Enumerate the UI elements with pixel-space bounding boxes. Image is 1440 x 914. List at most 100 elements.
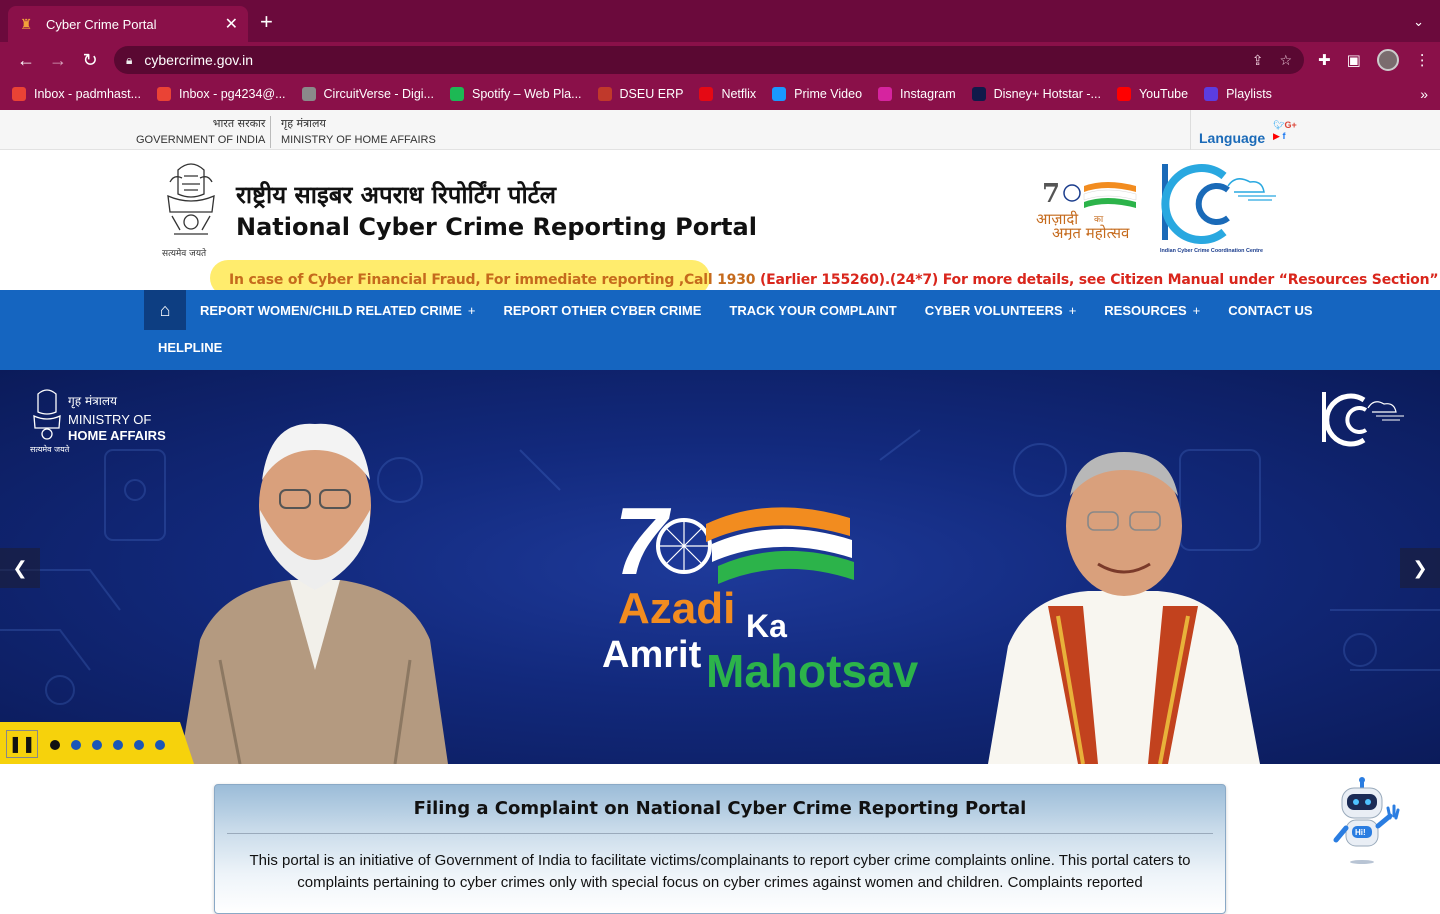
dseu-icon bbox=[597, 87, 612, 101]
nav-item-label: RESOURCES bbox=[1104, 302, 1187, 318]
leader-portrait-left bbox=[180, 423, 448, 764]
nav-item-label: REPORT WOMEN/CHILD RELATED CRIME bbox=[200, 302, 462, 318]
bookmark-item[interactable]: YouTube bbox=[1116, 87, 1188, 101]
bookmark-label: DSEU ERP bbox=[619, 87, 684, 101]
panel-body-text: This portal is an initiative of Governme… bbox=[249, 852, 1191, 891]
gov-hindi-text: भारत सरकार bbox=[212, 117, 266, 130]
bookmark-label: Playlists bbox=[1226, 87, 1272, 101]
filing-complaint-panel: Filing a Complaint on National Cyber Cri… bbox=[214, 784, 1226, 914]
gov-english-text: GOVERNMENT OF INDIA bbox=[136, 134, 266, 146]
nav-item[interactable]: REPORT OTHER CYBER CRIME bbox=[504, 303, 702, 318]
azadi-text: Azadi bbox=[618, 584, 736, 633]
browser-tab[interactable]: ♜ Cyber Crime Portal ✕ bbox=[8, 6, 248, 42]
carousel-controls: ❚❚ bbox=[0, 722, 194, 764]
ministry-label[interactable]: गृह मंत्रालय MINISTRY OF HOME AFFAIRS bbox=[270, 116, 436, 148]
profile-avatar[interactable] bbox=[1376, 49, 1399, 71]
bookmark-item[interactable]: DSEU ERP bbox=[597, 87, 684, 101]
leader-portrait-right bbox=[988, 452, 1260, 764]
more-bookmarks-icon[interactable]: » bbox=[1420, 86, 1428, 102]
bookmark-item[interactable]: Spotify – Web Pla... bbox=[449, 87, 582, 101]
reload-icon[interactable]: ↻ bbox=[74, 50, 106, 71]
chatbot-robot-icon[interactable]: Hi! bbox=[1332, 776, 1404, 868]
youtube-social-icon[interactable]: ▶ bbox=[1273, 131, 1280, 142]
main-navigation: ⌂ REPORT WOMEN/CHILD RELATED CRIME + REPOR… bbox=[0, 290, 1440, 370]
tab-title: Cyber Crime Portal bbox=[46, 16, 157, 32]
lock-icon[interactable]: 🔒︎ bbox=[126, 53, 132, 68]
close-tab-icon[interactable]: ✕ bbox=[225, 14, 238, 34]
site-header: सत्यमेव जयते राष्ट्रीय साइबर अपराध रिपोर… bbox=[0, 150, 1440, 296]
carousel-next-icon[interactable]: ❯ bbox=[1400, 548, 1440, 588]
nav-item[interactable]: CONTACT US bbox=[1228, 303, 1312, 318]
bookmark-item[interactable]: Inbox - pg4234@... bbox=[157, 87, 286, 101]
bookmark-item[interactable]: Inbox - padmhast... bbox=[12, 87, 141, 101]
emblem-caption: सत्यमेव जयते bbox=[162, 249, 207, 259]
mha-hindi-text: गृह मंत्रालय bbox=[68, 394, 117, 408]
mha-text-line2: HOME AFFAIRS bbox=[68, 428, 166, 443]
bookmark-item[interactable]: Netflix bbox=[699, 87, 756, 101]
emblem-white-icon bbox=[33, 389, 61, 440]
government-of-india-label[interactable]: भारत सरकार GOVERNMENT OF INDIA bbox=[136, 116, 265, 148]
twitter-icon[interactable]: 🐦︎ bbox=[1273, 120, 1284, 131]
url-text: cybercrime.gov.in bbox=[144, 52, 254, 68]
mahotsav-text: Mahotsav bbox=[706, 645, 919, 697]
ministry-hindi-text: गृह मंत्रालय bbox=[281, 117, 326, 130]
playlists-icon bbox=[1204, 87, 1219, 101]
bookmark-item[interactable]: Disney+ Hotstar -... bbox=[971, 87, 1101, 101]
government-strip: भारत सरकार GOVERNMENT OF INDIA गृह मंत्र… bbox=[0, 110, 1440, 150]
bookmark-item[interactable]: Prime Video bbox=[772, 87, 862, 101]
bookmark-label: Prime Video bbox=[794, 87, 863, 101]
nav-item[interactable]: REPORT WOMEN/CHILD RELATED CRIME + bbox=[200, 303, 476, 318]
side-panel-icon[interactable]: ▣ bbox=[1347, 51, 1361, 69]
ticker-text: (Earlier 155260).(24*7) For more details… bbox=[755, 272, 1439, 288]
back-icon[interactable]: ← bbox=[10, 50, 42, 71]
bookmarks-bar: Inbox - padmhast... Inbox - pg4234@... Cir… bbox=[0, 78, 1440, 110]
bookmark-item[interactable]: Instagram bbox=[878, 87, 956, 101]
bookmark-star-icon[interactable]: ☆ bbox=[1279, 52, 1292, 69]
browser-tab-bar: ♜ Cyber Crime Portal ✕ + ⌄ bbox=[0, 0, 1440, 42]
forward-icon[interactable]: → bbox=[42, 50, 74, 71]
new-tab-icon[interactable]: + bbox=[260, 11, 273, 33]
bookmark-label: Instagram bbox=[900, 87, 956, 101]
extensions-icon[interactable]: ✚ bbox=[1318, 51, 1331, 69]
facebook-icon[interactable]: f bbox=[1282, 131, 1285, 142]
expand-plus-icon: + bbox=[1068, 302, 1077, 318]
carousel-dot[interactable] bbox=[113, 740, 123, 750]
bookmark-item[interactable]: Playlists bbox=[1204, 87, 1272, 101]
tab-search-chevron-icon[interactable]: ⌄ bbox=[1413, 14, 1424, 30]
mha-motto: सत्यमेव जयते bbox=[30, 445, 70, 454]
spotify-icon bbox=[449, 87, 464, 101]
instagram-icon bbox=[878, 87, 893, 101]
carousel-dot[interactable] bbox=[71, 740, 81, 750]
carousel-dot[interactable] bbox=[155, 740, 165, 750]
svg-text:7: 7 bbox=[614, 488, 672, 595]
google-plus-icon[interactable]: G+ bbox=[1284, 120, 1296, 131]
nav-item[interactable]: CYBER VOLUNTEERS + bbox=[925, 303, 1077, 318]
share-icon[interactable]: ⇪ bbox=[1252, 52, 1264, 69]
bookmark-item[interactable]: CircuitVerse - Digi... bbox=[301, 87, 434, 101]
home-icon[interactable]: ⌂ bbox=[144, 290, 186, 330]
carousel-dot[interactable] bbox=[50, 740, 60, 750]
nav-item-helpline[interactable]: HELPLINE bbox=[158, 340, 222, 355]
carousel-dot[interactable] bbox=[92, 740, 102, 750]
bookmark-label: Inbox - pg4234@... bbox=[179, 87, 286, 101]
svg-text:7: 7 bbox=[1042, 179, 1060, 209]
ministry-english-text: MINISTRY OF HOME AFFAIRS bbox=[281, 134, 436, 146]
nav-item-label: CYBER VOLUNTEERS bbox=[924, 302, 1063, 318]
hotstar-icon bbox=[971, 87, 986, 101]
carousel-dot[interactable] bbox=[134, 740, 144, 750]
nav-item-label: TRACK YOUR COMPLAINT bbox=[729, 302, 897, 318]
language-selector[interactable]: Language bbox=[1190, 110, 1265, 150]
bookmark-label: Disney+ Hotstar -... bbox=[993, 87, 1101, 101]
carousel-prev-icon[interactable]: ❮ bbox=[0, 548, 40, 588]
nav-item[interactable]: TRACK YOUR COMPLAINT bbox=[729, 303, 896, 318]
nav-menu: REPORT WOMEN/CHILD RELATED CRIME + REPORT … bbox=[200, 290, 1341, 330]
ticker-highlighted-text: In case of Cyber Financial Fraud, For im… bbox=[229, 272, 756, 288]
browser-menu-icon[interactable]: ⋮ bbox=[1415, 51, 1430, 69]
address-bar[interactable]: 🔒︎ cybercrime.gov.in ⇪ ☆ bbox=[114, 46, 1304, 74]
prime-video-icon bbox=[772, 87, 787, 101]
pause-icon[interactable]: ❚❚ bbox=[6, 730, 38, 758]
youtube-icon bbox=[1116, 87, 1131, 101]
circuitverse-icon bbox=[301, 87, 316, 101]
svg-text:Hi!: Hi! bbox=[1355, 828, 1366, 837]
nav-item[interactable]: RESOURCES + bbox=[1104, 303, 1200, 318]
